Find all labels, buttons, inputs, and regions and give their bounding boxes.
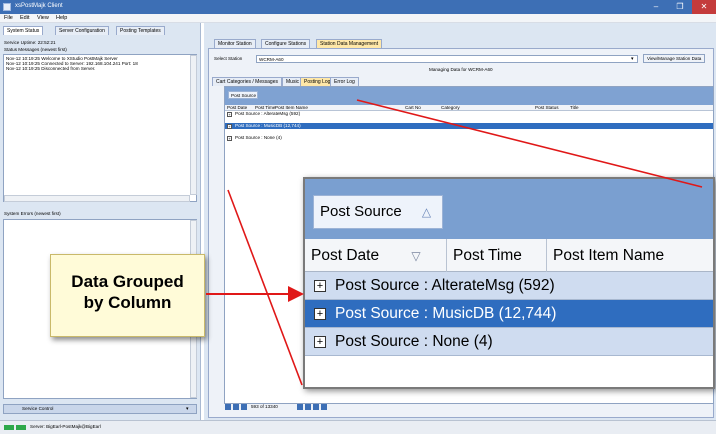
- group-chip-post-source[interactable]: Post Source: [228, 91, 258, 99]
- zoom-group-row[interactable]: + Post Source : None (4): [305, 328, 713, 356]
- chevron-down-icon[interactable]: ▾: [186, 406, 189, 412]
- app-title: xsPostMajk Client: [15, 3, 63, 9]
- tab-system-status[interactable]: System Status: [3, 26, 44, 35]
- app-icon: [3, 3, 11, 11]
- group-by-area[interactable]: Post Source: [225, 87, 713, 105]
- zoom-group-row[interactable]: + Post Source : AlterateMsg (592): [305, 272, 713, 300]
- menu-edit[interactable]: Edit: [20, 15, 29, 21]
- station-select[interactable]: WCRM-A60: [256, 55, 638, 63]
- grid-pager: 593 of 13340: [225, 403, 405, 412]
- prev-page-icon[interactable]: [233, 404, 239, 410]
- minimize-button[interactable]: –: [644, 0, 668, 14]
- tab-configure-stations[interactable]: Configure Stations: [261, 39, 311, 48]
- vertical-scrollbar[interactable]: [190, 55, 197, 195]
- zoom-column-label: Post Date: [311, 247, 380, 264]
- menu-help[interactable]: Help: [56, 15, 67, 21]
- zoom-callout: Post Source △ Post Date ▽ Post Time Post…: [303, 177, 715, 389]
- prev-icon[interactable]: [241, 404, 247, 410]
- group-row[interactable]: + Post Source : None (4): [225, 135, 713, 141]
- service-status-icon: [16, 425, 26, 430]
- expand-icon[interactable]: +: [227, 124, 232, 129]
- next-icon[interactable]: [297, 404, 303, 410]
- tab-station-data-management[interactable]: Station Data Management: [316, 39, 383, 48]
- tab-cart-categories[interactable]: Cart Categories / Messages: [212, 77, 282, 86]
- horizontal-scrollbar[interactable]: [4, 195, 190, 202]
- group-row-label: Post Source : MusicDB (12,744): [235, 123, 301, 128]
- group-row-label: Post Source : None (4): [235, 135, 282, 140]
- system-errors-label: System Errors (newest first): [4, 211, 61, 216]
- zoom-group-chip[interactable]: Post Source △: [313, 195, 443, 229]
- tab-error-log[interactable]: Error Log: [330, 77, 359, 86]
- expand-icon[interactable]: +: [227, 112, 232, 117]
- select-station-label: Select Station: [214, 56, 243, 61]
- sort-ascending-icon: △: [421, 205, 432, 219]
- tab-posting-templates[interactable]: Posting Templates: [116, 26, 165, 35]
- left-panel: System Status Server Configuration Posti…: [0, 23, 201, 420]
- group-row[interactable]: + Post Source : AlterateMsg (592): [225, 111, 713, 117]
- status-messages-label: Status Messages (newest first): [4, 47, 67, 52]
- group-row-label: Post Source : AlterateMsg (592): [235, 111, 301, 116]
- status-message: Nov-12 10:19:25 Disconnected from Server…: [6, 66, 96, 71]
- menu-file[interactable]: File: [4, 15, 13, 21]
- chevron-down-icon[interactable]: ▾: [631, 56, 634, 62]
- pager-position: 593 of 13340: [251, 404, 278, 409]
- service-uptime: Service Uptime: 22:52:21: [4, 40, 56, 45]
- service-control-label: Service Control: [22, 406, 54, 411]
- zoom-column-header[interactable]: Post Time: [447, 239, 547, 272]
- maximize-button[interactable]: ❐: [668, 0, 692, 14]
- zoom-group-row-label: Post Source : None (4): [335, 333, 493, 350]
- managing-data-label: Managing Data for WCRM-A60: [429, 67, 493, 72]
- service-control-bar[interactable]: Service Control ▾: [3, 404, 197, 414]
- status-bar: Server: BigEarl-PostMajk@BigEarl: [0, 420, 716, 434]
- zoom-group-row[interactable]: + Post Source : MusicDB (12,744): [305, 300, 713, 328]
- connection-status-icon: [4, 425, 14, 430]
- expand-icon[interactable]: +: [314, 280, 326, 292]
- station-select-value: WCRM-A60: [259, 57, 284, 62]
- close-button[interactable]: ✕: [692, 0, 716, 14]
- next-page-icon[interactable]: [305, 404, 311, 410]
- menu-bar: File Edit View Help: [0, 14, 716, 23]
- group-chip-label: Post Source: [231, 93, 257, 98]
- last-page-icon[interactable]: [313, 404, 319, 410]
- annotation-note: Data Grouped by Column: [50, 254, 205, 337]
- title-bar: xsPostMajk Client – ❐ ✕: [0, 0, 716, 14]
- zoom-grid-header: Post Date ▽ Post Time Post Item Name: [305, 239, 713, 272]
- zoom-group-row-label: Post Source : MusicDB (12,744): [335, 305, 557, 322]
- server-status-text: Server: BigEarl-PostMajk@BigEarl: [30, 424, 101, 429]
- group-row[interactable]: + Post Source : MusicDB (12,744): [225, 123, 713, 129]
- zoom-group-chip-label: Post Source: [320, 203, 402, 220]
- expand-icon[interactable]: +: [314, 308, 326, 320]
- view-manage-station-data-button[interactable]: View/Manage Station Data: [643, 54, 706, 63]
- zoom-group-area: Post Source △: [305, 179, 713, 239]
- zoom-column-header[interactable]: Post Item Name: [547, 239, 713, 272]
- status-messages-list[interactable]: Nov-12 10:19:25 Welcome to XStudio PostM…: [3, 54, 197, 202]
- first-page-icon[interactable]: [225, 404, 231, 410]
- expand-icon[interactable]: +: [314, 336, 326, 348]
- zoom-group-row-label: Post Source : AlterateMsg (592): [335, 277, 555, 294]
- tab-server-configuration[interactable]: Server Configuration: [55, 26, 109, 35]
- annotation-line-2: by Column: [83, 293, 172, 312]
- zoom-column-header[interactable]: Post Date ▽: [305, 239, 447, 272]
- expand-icon[interactable]: +: [227, 136, 232, 141]
- tab-monitor-station[interactable]: Monitor Station: [214, 39, 256, 48]
- annotation-line-1: Data Grouped: [71, 272, 184, 291]
- menu-view[interactable]: View: [37, 15, 49, 21]
- filter-icon[interactable]: ▽: [411, 249, 420, 263]
- add-record-icon[interactable]: [321, 404, 327, 410]
